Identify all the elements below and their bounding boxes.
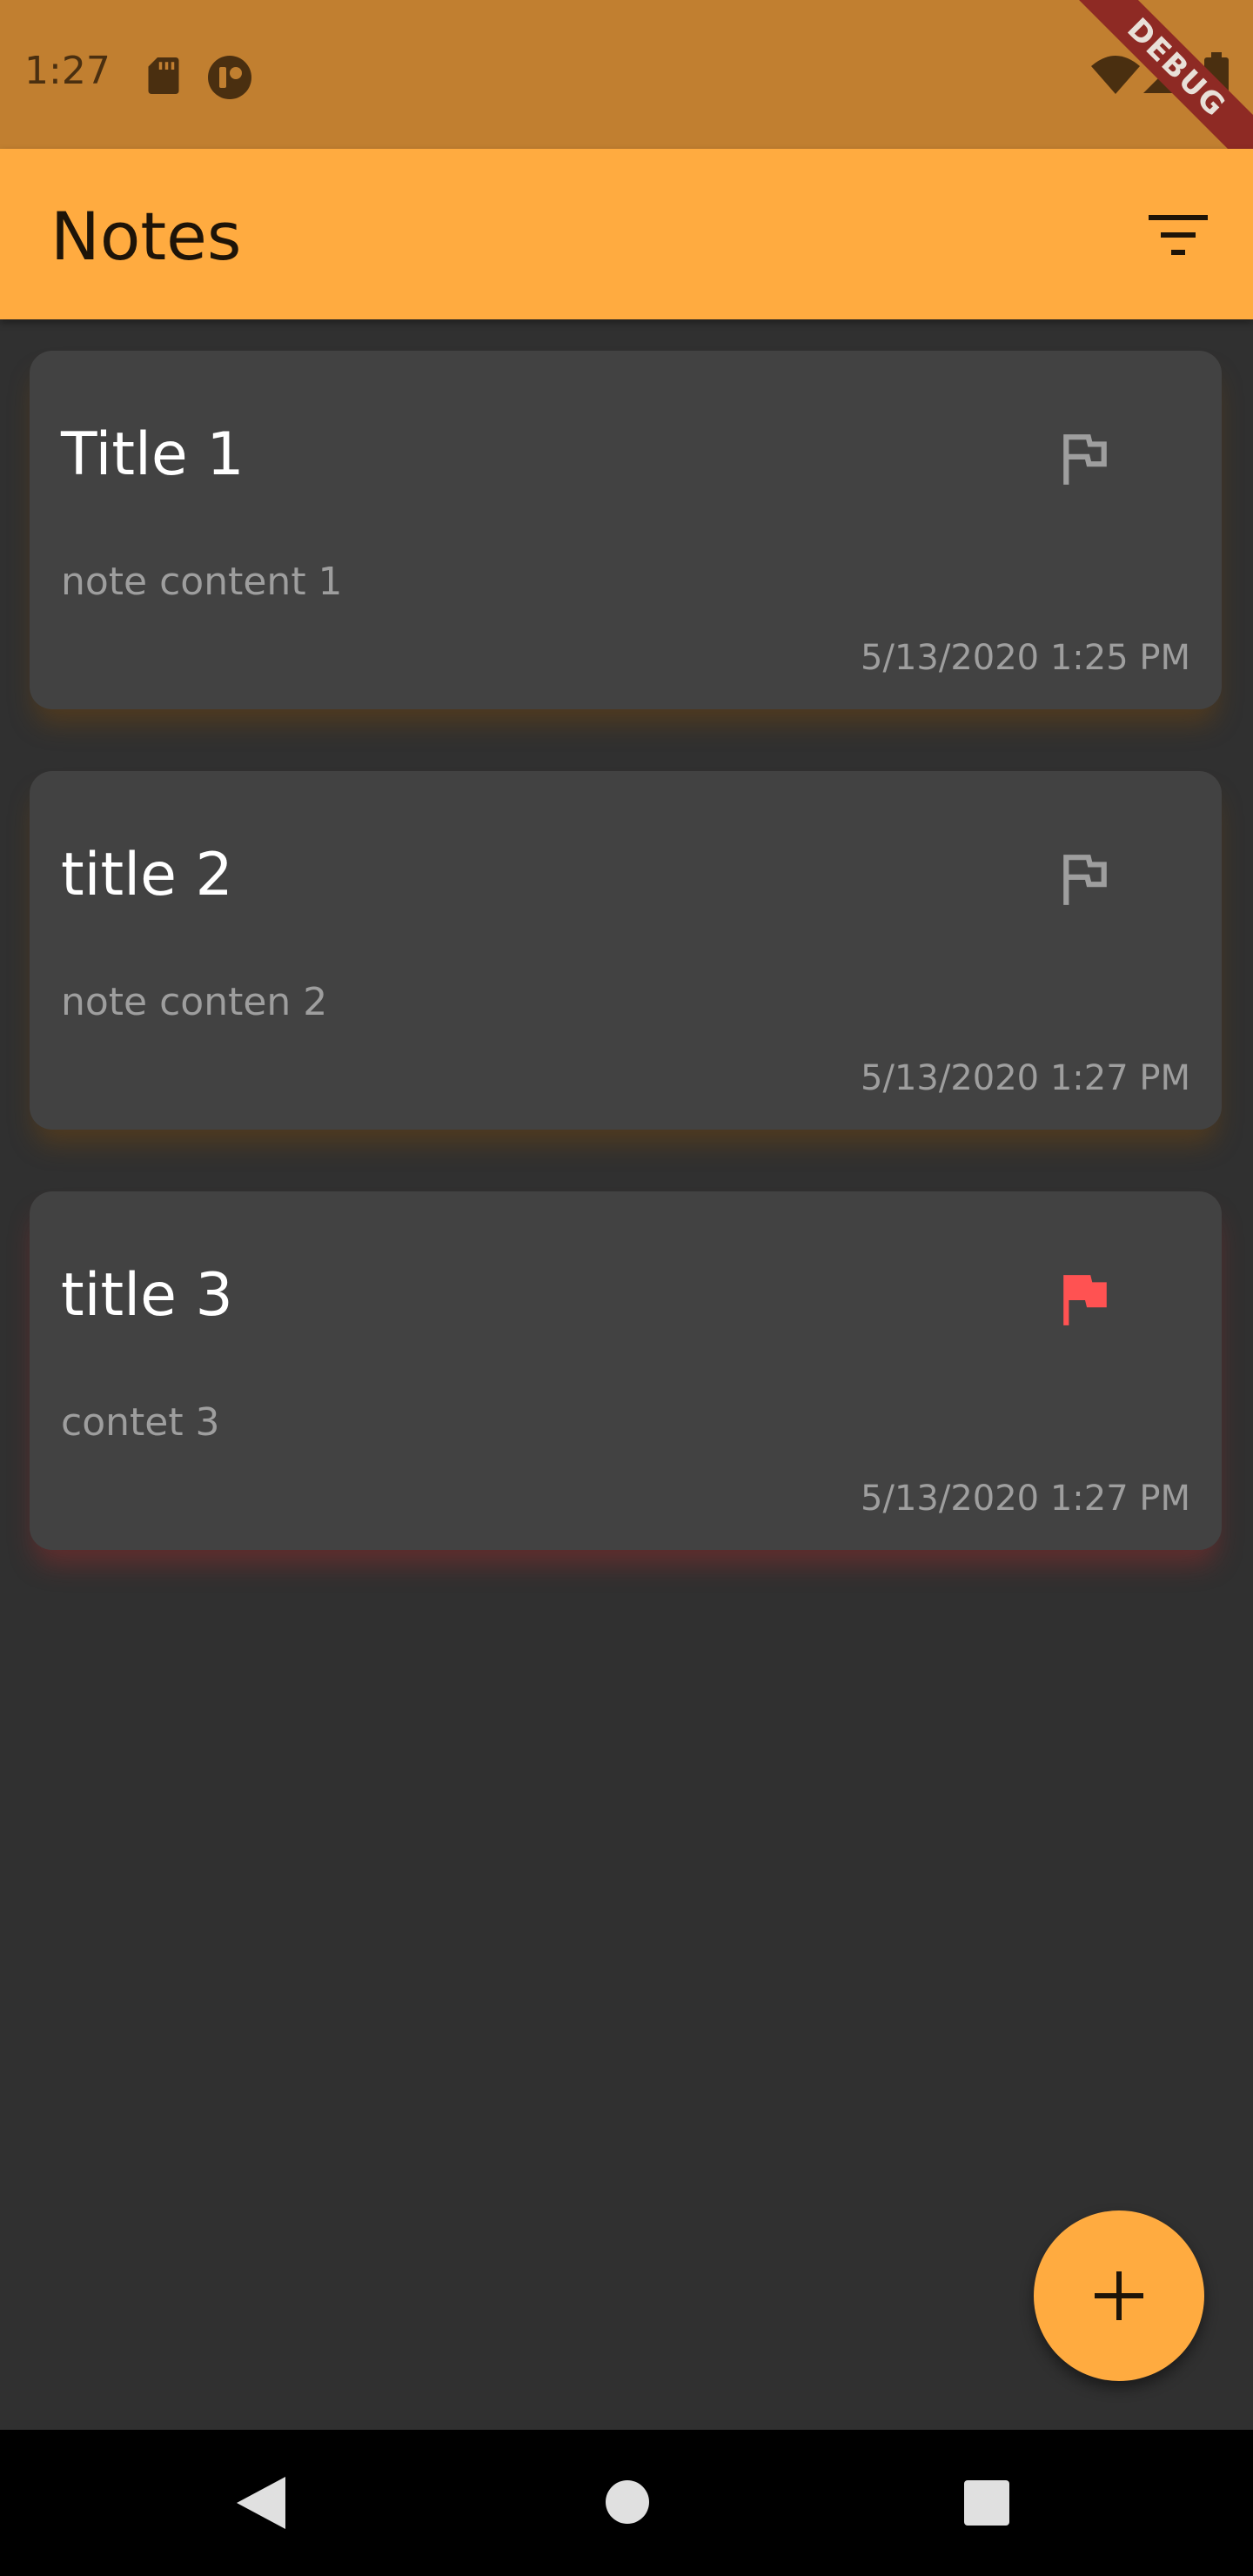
back-icon[interactable] xyxy=(237,2477,285,2529)
flag-filled-icon xyxy=(1063,1275,1107,1325)
note-date: 5/13/2020 1:27 PM xyxy=(861,1058,1190,1098)
note-content: note content 1 xyxy=(61,560,343,604)
note-date: 5/13/2020 1:27 PM xyxy=(861,1479,1190,1519)
add-icon xyxy=(1095,2271,1143,2320)
flag-button[interactable] xyxy=(1046,420,1124,499)
filter-button[interactable] xyxy=(1136,194,1220,278)
wifi-icon xyxy=(1091,56,1140,94)
note-date: 5/13/2020 1:25 PM xyxy=(861,638,1190,678)
note-title: title 3 xyxy=(61,1261,233,1330)
app-bar: Notes xyxy=(0,149,1253,319)
note-card[interactable]: title 2 note conten 2 5/13/2020 1:27 PM xyxy=(30,771,1222,1130)
flag-outline-icon xyxy=(1063,855,1107,905)
filter-list-icon xyxy=(1149,215,1208,255)
home-icon[interactable] xyxy=(606,2480,649,2524)
cast-icon xyxy=(208,56,251,99)
page-title: Notes xyxy=(50,198,242,275)
status-bar: 1:27 DEBUG xyxy=(0,0,1253,191)
status-time: 1:27 xyxy=(24,49,111,93)
battery-icon xyxy=(1204,52,1229,96)
flag-outline-icon xyxy=(1063,434,1107,485)
note-content: note conten 2 xyxy=(61,980,328,1024)
sd-card-icon xyxy=(148,57,179,94)
signal-icon xyxy=(1143,53,1183,93)
flag-button[interactable] xyxy=(1046,841,1124,919)
note-card[interactable]: Title 1 note content 1 5/13/2020 1:25 PM xyxy=(30,351,1222,709)
recents-icon[interactable] xyxy=(964,2480,1009,2526)
note-title: title 2 xyxy=(61,841,233,909)
add-note-button[interactable] xyxy=(1034,2210,1204,2381)
note-title: Title 1 xyxy=(61,420,245,489)
navigation-bar xyxy=(0,2430,1253,2576)
note-card[interactable]: title 3 contet 3 5/13/2020 1:27 PM xyxy=(30,1191,1222,1550)
flag-button[interactable] xyxy=(1046,1261,1124,1339)
note-content: contet 3 xyxy=(61,1400,220,1445)
